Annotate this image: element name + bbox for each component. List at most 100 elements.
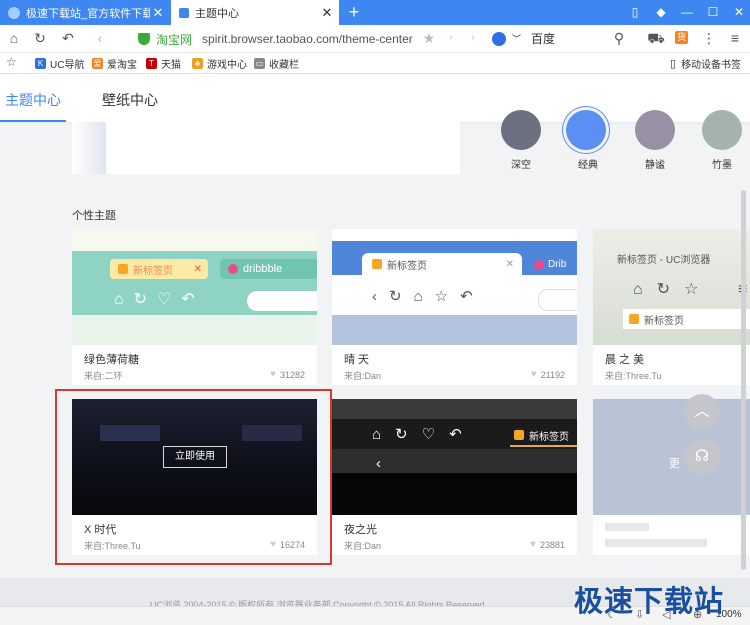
tmall-icon: T: [146, 57, 157, 69]
hamburger-menu-icon[interactable]: ≡: [724, 27, 746, 49]
color-theme-deep-space[interactable]: [501, 110, 541, 150]
site-name: 淘宝网: [156, 32, 193, 47]
bookmark-label: UC导航: [50, 59, 85, 71]
like-count-value: 31282: [279, 369, 305, 380]
like-count[interactable]: ♥ 21192: [531, 369, 565, 380]
color-theme-classic[interactable]: [566, 110, 606, 150]
secure-shield-icon: [138, 33, 150, 45]
close-window-button[interactable]: ✕: [726, 0, 750, 25]
like-count[interactable]: ♥ 31282: [270, 369, 305, 380]
theme-source: 来自:Dan: [344, 541, 382, 551]
customer-service-button[interactable]: ☊: [684, 439, 720, 475]
maximize-button[interactable]: ☐: [700, 0, 726, 25]
bookmark-label: 游戏中心: [207, 59, 247, 71]
theme-card-mint[interactable]: 新标签页 ✕ dribbble ⌂↻♡↶ 绿色薄荷糖 来自:二环 ♥ 31282: [72, 229, 317, 385]
game-center-icon: ♣: [192, 57, 203, 69]
ai-taobao-icon: 爱: [92, 57, 103, 69]
bookmark-label: 爱淘宝: [107, 59, 137, 71]
bookmark-label: 收藏栏: [269, 59, 299, 71]
phone-icon: ▯: [670, 57, 677, 70]
coupon-icon[interactable]: 货: [675, 31, 688, 44]
mobile-bookmarks[interactable]: ▯ 移动设备书签: [670, 55, 741, 71]
heart-icon: ♥: [530, 539, 536, 550]
theme-card-night-light[interactable]: ⌂↻♡↶ 新标签页 ‹ 夜之光 来自:Dan ♥ 23881: [332, 399, 577, 555]
forward-icon[interactable]: ›: [440, 27, 462, 49]
nav-wallpaper-center[interactable]: 壁纸中心: [102, 90, 158, 110]
theme-preview-strip: [72, 122, 106, 174]
theme-icon: [179, 7, 189, 18]
mock-tab-label: 新标签页: [133, 265, 173, 277]
mock-toolbar-icons: ⌂↻♡↶: [372, 426, 476, 443]
undo-icon[interactable]: ↶: [57, 27, 79, 49]
search-engine-label: 百度: [531, 32, 556, 46]
theme-card-sunny[interactable]: 新标签页 ✕ Drib ‹↻⌂☆↶ 晴 天 来自:Dan ♥ 21192: [332, 229, 577, 385]
close-tab-icon[interactable]: ✕: [319, 5, 335, 21]
mock-tab-icon: [514, 430, 524, 440]
baidu-icon: [492, 31, 506, 46]
favorites-star-icon[interactable]: ☆: [6, 55, 17, 69]
placeholder-line: [605, 523, 649, 531]
theme-thumbnail: 新标签页 - UC浏览器 ⌂↻☆ ≡ 新标签页: [593, 229, 750, 345]
sidebar-toggle-button[interactable]: ▯: [622, 0, 648, 25]
mock-tab: 新标签页: [623, 309, 750, 329]
theme-preview-panel: [106, 122, 460, 174]
bookmark-folder[interactable]: ▭ 收藏栏: [254, 55, 299, 71]
tab-label: 主题中心: [195, 7, 239, 20]
heart-icon: ♥: [530, 369, 537, 380]
tab-download-site[interactable]: 极速下载站_官方软件下载_绿 ✕: [0, 0, 170, 25]
new-tab-button[interactable]: +: [345, 1, 363, 23]
back-to-top-button[interactable]: ︿: [684, 394, 720, 430]
refresh-icon[interactable]: ↻: [29, 27, 51, 49]
close-tab-icon[interactable]: ✕: [150, 5, 166, 21]
bookmark-label: 天猫: [161, 59, 181, 71]
mock-tab-label: 新标签页: [644, 315, 684, 327]
color-theme-serene[interactable]: [635, 110, 675, 150]
mock-tab-label: 新标签页: [387, 260, 427, 272]
bookmark-star-icon[interactable]: ★: [418, 27, 440, 49]
watermark-logo: 极速下载站: [574, 586, 725, 618]
overlay-text: 更: [669, 458, 680, 470]
bookmark-tmall[interactable]: T 天猫: [146, 55, 181, 71]
theme-card-morning[interactable]: 新标签页 - UC浏览器 ⌂↻☆ ≡ 新标签页 晨 之 美 来自:Three.T…: [593, 229, 750, 385]
forward-more-icon[interactable]: ›: [462, 27, 484, 49]
mock-tab-label: Drib: [548, 259, 567, 270]
bookmark-ai-taobao[interactable]: 爱 爱淘宝: [92, 55, 137, 71]
bookmark-uc-nav[interactable]: K UC导航: [35, 55, 84, 71]
tab-theme-center[interactable]: 主题中心 ✕: [171, 0, 339, 25]
mock-tab-label: dribbble: [243, 263, 283, 275]
home-icon[interactable]: ⌂: [3, 27, 25, 49]
dribbble-icon: [534, 259, 544, 270]
mock-tab: 新标签页 ✕: [362, 253, 522, 275]
mock-tab-icon: [118, 264, 128, 274]
more-menu-icon[interactable]: ⋮: [698, 27, 720, 49]
skin-button[interactable]: ◆: [648, 0, 674, 25]
like-count-value: 23881: [539, 539, 565, 550]
uc-nav-icon: K: [35, 57, 46, 69]
theme-name: 绿色薄荷糖: [84, 354, 139, 366]
color-theme-bamboo[interactable]: [702, 110, 742, 150]
color-theme-label: 竹墨: [712, 160, 732, 171]
section-title: 个性主题: [72, 210, 116, 222]
chevron-down-icon: ﹀: [512, 34, 522, 44]
cart-icon[interactable]: ⛟: [645, 27, 667, 49]
mock-back-icon: ‹: [376, 455, 381, 472]
minimize-button[interactable]: —: [674, 0, 700, 25]
theme-name: 晨 之 美: [605, 354, 645, 366]
back-icon[interactable]: ‹: [89, 27, 111, 49]
search-icon[interactable]: ⚲: [608, 27, 630, 49]
mock-tab: Drib: [534, 259, 566, 270]
like-count[interactable]: ♥ 23881: [530, 539, 565, 550]
mock-address-field: [247, 291, 317, 311]
mock-tab-icon: [372, 259, 382, 269]
site-icon: [8, 6, 20, 19]
active-tab-indicator: [0, 120, 66, 122]
theme-card-loading[interactable]: 更: [593, 399, 750, 555]
mock-tab: 新标签页: [510, 425, 577, 447]
color-theme-label: 静谧: [645, 160, 665, 171]
nav-theme-center[interactable]: 主题中心: [5, 90, 61, 110]
mock-close-icon: ✕: [505, 258, 514, 270]
search-engine-selector[interactable]: ﹀ 百度: [492, 30, 555, 47]
bookmark-game-center[interactable]: ♣ 游戏中心: [192, 55, 247, 71]
like-count-value: 21192: [540, 369, 565, 380]
scrollbar-thumb[interactable]: [741, 190, 746, 570]
